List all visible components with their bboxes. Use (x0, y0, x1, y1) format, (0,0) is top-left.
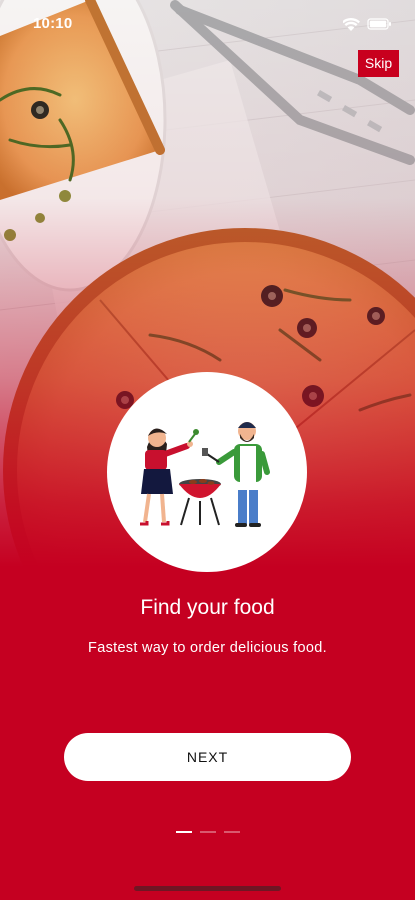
home-indicator[interactable] (134, 886, 281, 891)
onboarding-subtitle: Fastest way to order delicious food. (88, 640, 327, 656)
status-bar: 10:10 (0, 0, 415, 48)
page-dot[interactable] (224, 831, 240, 833)
couple-barbecue-illustration (140, 422, 270, 527)
illustration-circle (107, 372, 307, 572)
battery-icon (367, 18, 391, 30)
onboarding-title: Find your food (140, 596, 275, 619)
onboarding-screen: 10:10 Skip Find your food Fastest way to… (0, 0, 415, 900)
page-indicator (176, 831, 240, 835)
woman-figure (140, 428, 199, 526)
status-time: 10:10 (33, 15, 73, 32)
man-figure (202, 422, 270, 527)
wifi-icon (343, 18, 360, 31)
grill-icon (179, 479, 221, 526)
next-button[interactable]: NEXT (64, 733, 351, 781)
page-dot[interactable] (200, 831, 216, 833)
status-icons (343, 18, 391, 31)
skip-button[interactable]: Skip (358, 50, 399, 77)
page-dot-active[interactable] (176, 831, 192, 833)
